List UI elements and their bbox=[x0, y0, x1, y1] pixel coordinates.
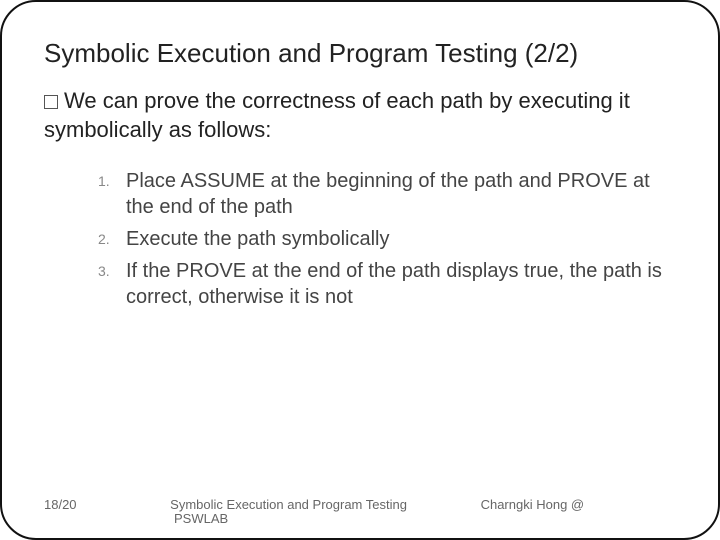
lead-text: We can prove the correctness of each pat… bbox=[44, 88, 630, 142]
footer-title: Symbolic Execution and Program Testing bbox=[170, 497, 407, 512]
footer-author: Charngki Hong @ bbox=[481, 497, 585, 512]
slide-footer: 18/20 Symbolic Execution and Program Tes… bbox=[44, 497, 676, 512]
steps-list: Place ASSUME at the beginning of the pat… bbox=[98, 168, 666, 316]
square-bullet-icon bbox=[44, 95, 58, 109]
slide-frame: Symbolic Execution and Program Testing (… bbox=[0, 0, 720, 540]
slide-title: Symbolic Execution and Program Testing (… bbox=[44, 38, 676, 69]
lead-paragraph: We can prove the correctness of each pat… bbox=[44, 87, 676, 144]
list-item: Place ASSUME at the beginning of the pat… bbox=[98, 168, 666, 220]
list-item: Execute the path symbolically bbox=[98, 226, 666, 252]
list-item: If the PROVE at the end of the path disp… bbox=[98, 258, 666, 310]
page-number: 18/20 bbox=[44, 497, 77, 512]
footer-lab: PSWLAB bbox=[174, 511, 228, 526]
